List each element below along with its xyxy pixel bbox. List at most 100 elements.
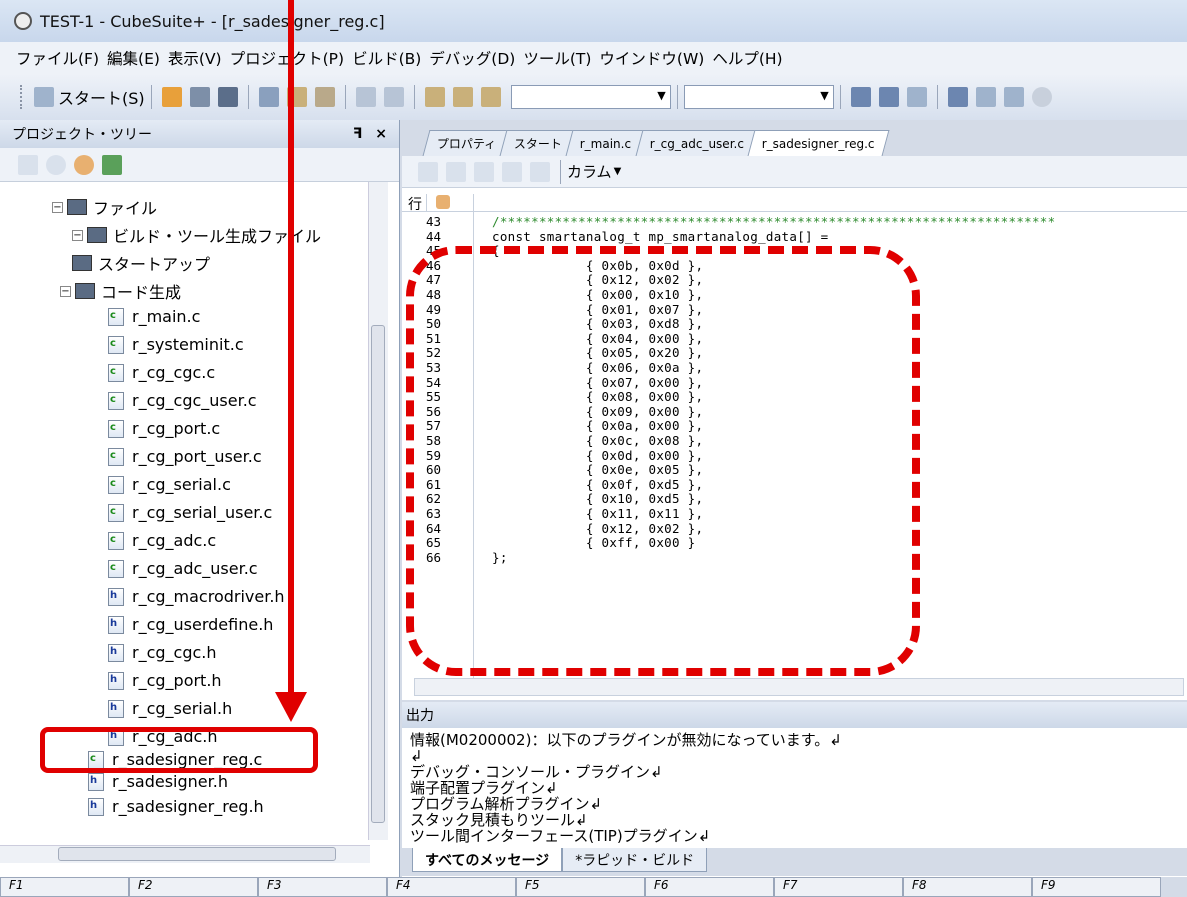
code-line[interactable]: const smartanalog_t mp_smartanalog_data[… (492, 229, 829, 244)
start-icon (34, 87, 54, 107)
tab-start[interactable]: スタート (499, 130, 577, 156)
expand-icon[interactable]: − (60, 285, 71, 297)
fkey-button[interactable]: F5 (516, 877, 645, 897)
close-icon[interactable]: × (375, 126, 387, 142)
fkey-button[interactable]: F6 (645, 877, 774, 897)
tree-item[interactable]: r_cg_adc.c (108, 531, 216, 550)
tree-item[interactable]: r_cg_macrodriver.h (108, 587, 285, 606)
find-icon[interactable] (424, 87, 445, 107)
app-icon (14, 12, 32, 30)
h-file-icon (108, 699, 124, 718)
save-icon[interactable] (189, 87, 210, 107)
menu-window[interactable]: ウインドウ(W) (599, 47, 704, 69)
fkey-button[interactable]: F2 (129, 877, 258, 897)
project-tree-title: プロジェクト・ツリー (12, 127, 152, 143)
save-all-icon[interactable] (217, 87, 238, 107)
tree-item[interactable]: r_cg_port_user.c (108, 447, 262, 466)
fkey-button[interactable]: F9 (1032, 877, 1161, 897)
tree-item[interactable]: r_cg_userdefine.h (108, 615, 273, 634)
menu-tool[interactable]: ツール(T) (523, 47, 591, 69)
tree-item[interactable]: − コード生成 (60, 279, 181, 303)
c-file-icon (108, 475, 124, 494)
fkey-button[interactable]: F3 (258, 877, 387, 897)
tree-item[interactable]: r_cg_serial.h (108, 699, 232, 718)
refresh-icon[interactable] (102, 154, 122, 175)
line-number: 44 (426, 228, 442, 244)
expand-icon[interactable]: − (72, 229, 83, 241)
code-line[interactable]: /***************************************… (492, 214, 1055, 229)
bookmark-icon[interactable] (418, 161, 438, 182)
tree-item[interactable]: r_cg_cgc_user.c (108, 391, 257, 410)
tab-all-messages[interactable]: すべてのメッセージ (412, 848, 563, 872)
menu-debug[interactable]: デバッグ(D) (429, 47, 515, 69)
sort-icon[interactable] (18, 154, 38, 175)
menu-file[interactable]: ファイル(F) (16, 47, 99, 69)
pin-icon[interactable]: ꟻ (353, 126, 363, 142)
clock-icon[interactable] (46, 154, 66, 175)
tree-item[interactable]: r_cg_port.c (108, 419, 220, 438)
menu-help[interactable]: ヘルプ(H) (712, 47, 782, 69)
tree-horizontal-scroll-thumb[interactable] (58, 847, 336, 861)
h-file-icon (108, 615, 124, 634)
tree-item[interactable]: r_cg_cgc.c (108, 363, 215, 382)
tree-item-label: r_cg_port_user.c (132, 447, 262, 466)
tree-item[interactable]: r_sadesigner.h (88, 772, 228, 791)
tree-item[interactable]: − ファイル (52, 195, 157, 219)
return-icon[interactable] (530, 161, 550, 182)
fkey-button[interactable]: F8 (903, 877, 1032, 897)
tab-rapid-build[interactable]: *ラピッド・ビルド (562, 848, 708, 872)
tab-r-main[interactable]: r_main.c (565, 130, 647, 156)
tree-item[interactable]: r_sadesigner_reg.h (88, 797, 264, 816)
column-menu[interactable]: カラム (567, 161, 612, 182)
run-icon[interactable] (975, 87, 996, 107)
tree-item[interactable]: − ビルド・ツール生成ファイル (72, 223, 321, 247)
step-over-icon[interactable] (502, 161, 522, 182)
menu-build[interactable]: ビルド(B) (352, 47, 421, 69)
paste-icon[interactable] (314, 87, 335, 107)
tab-r-cg-adc-user[interactable]: r_cg_adc_user.c (635, 130, 759, 156)
start-button[interactable]: スタート(S) (58, 85, 145, 109)
find-prev-icon[interactable] (480, 87, 501, 107)
cut-icon[interactable] (258, 87, 279, 107)
build-icon[interactable] (850, 87, 871, 107)
toolbar-grip[interactable] (20, 85, 24, 109)
target-combo[interactable]: ▼ (683, 85, 834, 109)
tree-item[interactable]: r_cg_serial_user.c (108, 503, 272, 522)
find-next-icon[interactable] (452, 87, 473, 107)
stop-icon[interactable] (1031, 87, 1052, 107)
open-icon[interactable] (161, 87, 182, 107)
clean-icon[interactable] (906, 87, 927, 107)
menu-edit[interactable]: 編集(E) (107, 47, 160, 69)
tree-item[interactable]: r_cg_cgc.h (108, 643, 217, 662)
menu-view[interactable]: 表示(V) (168, 47, 222, 69)
tree-item[interactable]: スタートアップ (72, 251, 210, 275)
tree-item[interactable]: r_cg_adc_user.c (108, 559, 258, 578)
fkey-button[interactable]: F4 (387, 877, 516, 897)
tree-item-label: r_cg_serial.c (132, 475, 231, 494)
arrow-right-icon[interactable] (474, 161, 494, 182)
tree-item[interactable]: r_cg_serial.c (108, 475, 231, 494)
menu-project[interactable]: プロジェクト(P) (230, 47, 344, 69)
download-icon[interactable] (947, 87, 968, 107)
title-bar: TEST-1 - CubeSuite+ - [r_sadesigner_reg.… (0, 0, 1187, 42)
rebuild-icon[interactable] (878, 87, 899, 107)
tree-item-label: ファイル (93, 199, 158, 218)
tree-item[interactable]: r_main.c (108, 307, 200, 326)
editor-horizontal-scrollbar[interactable] (414, 678, 1184, 696)
fkey-button[interactable]: F1 (0, 877, 129, 897)
tree-vertical-scroll-thumb[interactable] (371, 325, 385, 823)
folder-icon (72, 255, 92, 271)
search-combo[interactable]: ▼ (510, 85, 671, 109)
fkey-button[interactable]: F7 (774, 877, 903, 897)
redo-icon[interactable] (383, 87, 404, 107)
tree-item[interactable]: r_cg_port.h (108, 671, 222, 690)
tree-item[interactable]: r_systeminit.c (108, 335, 244, 354)
bookmark-next-icon[interactable] (446, 161, 466, 182)
step-icon[interactable] (1003, 87, 1024, 107)
tab-properties[interactable]: プロパティ (422, 130, 511, 156)
undo-icon[interactable] (355, 87, 376, 107)
expand-icon[interactable]: − (52, 201, 63, 213)
tree-item-label: r_cg_serial_user.c (132, 503, 273, 522)
tab-r-sadesigner-reg[interactable]: r_sadesigner_reg.c (747, 130, 890, 156)
user-icon[interactable] (74, 154, 94, 175)
